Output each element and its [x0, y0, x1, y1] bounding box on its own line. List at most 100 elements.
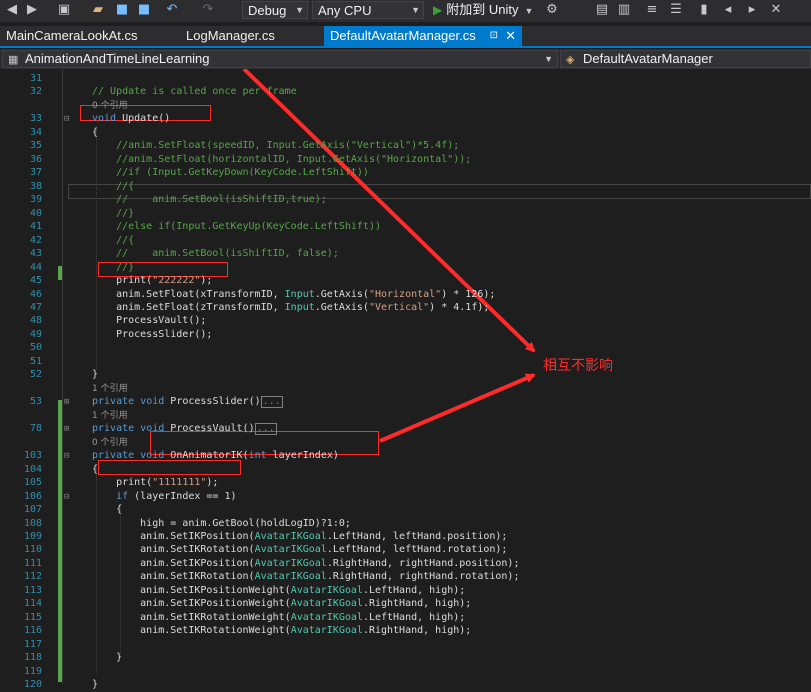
codelens-line[interactable]: 0 个引用 [0, 99, 811, 113]
forward-icon[interactable]: ▶ [24, 2, 40, 18]
line-number: 37 [29, 167, 42, 179]
line-number: 35 [29, 140, 42, 152]
project-dropdown[interactable]: ▦ AnimationAndTimeLineLearning ▼ [2, 50, 558, 68]
bookmark-icon[interactable]: ▮ [696, 2, 712, 18]
code-text: void Update() [92, 113, 171, 125]
line-number: 113 [23, 584, 42, 596]
code-line[interactable]: 46 anim.SetFloat(xTransformID, Input.Get… [0, 288, 811, 302]
code-line[interactable]: 111 anim.SetIKPosition(AvatarIKGoal.Righ… [0, 557, 811, 571]
save-icon[interactable]: ■ [114, 2, 130, 18]
collapsed-region-button[interactable]: ... [254, 423, 277, 436]
line-number: 45 [29, 275, 42, 287]
code-line[interactable]: 47 anim.SetFloat(zTransformID, Input.Get… [0, 301, 811, 315]
open-folder-icon[interactable]: ▰ [90, 2, 106, 18]
save-all-icon[interactable]: ■ [136, 2, 152, 18]
code-line[interactable]: 103 ⊟ private void OnAnimatorIK(int layerI… [0, 449, 811, 463]
code-line[interactable]: 106 ⊟ if (layerIndex == 1) [0, 490, 811, 504]
bookmark-prev-icon[interactable]: ◂ [720, 2, 736, 18]
code-line[interactable]: 120} [0, 678, 811, 692]
indent-icon[interactable]: ☰ [668, 2, 684, 18]
code-line[interactable]: 38 //{ [0, 180, 811, 194]
line-number: 106 [23, 490, 42, 502]
code-editor[interactable]: 相互不影响 31 32// Update is called once per f… [0, 69, 811, 690]
debug-icon[interactable]: ⚙ [544, 2, 560, 18]
breakpoint-icon[interactable]: ▤ [594, 2, 610, 18]
code-line[interactable]: 115 anim.SetIKRotationWeight(AvatarIKGoa… [0, 611, 811, 625]
codelens-line[interactable]: 1 个引用 [0, 409, 811, 423]
line-number: 36 [29, 153, 42, 165]
codelens-reference-count[interactable]: 0 个引用 [92, 99, 128, 113]
redo-icon[interactable]: ↷ [200, 2, 216, 18]
code-line[interactable]: 108 high = anim.GetBool(holdLogID)?1:0; [0, 517, 811, 531]
code-text: anim.SetIKRotationWeight(AvatarIKGoal.Le… [92, 611, 466, 623]
code-line[interactable]: 33 ⊟ void Update() [0, 112, 811, 126]
fold-toggle-icon[interactable]: ⊞ [64, 422, 69, 436]
pin-icon[interactable]: ⊡ [490, 26, 498, 46]
code-line[interactable]: 45 print("222222"); [0, 274, 811, 288]
code-line[interactable]: 48 ProcessVault(); [0, 314, 811, 328]
code-text: anim.SetIKRotationWeight(AvatarIKGoal.Ri… [92, 625, 472, 637]
tab-maincameralookat[interactable]: MainCameraLookAt.cs [0, 26, 162, 46]
code-line[interactable]: 78 ⊞ private void ProcessVault()... [0, 422, 811, 436]
code-line[interactable]: 109 anim.SetIKPosition(AvatarIKGoal.Left… [0, 530, 811, 544]
code-line[interactable]: 110 anim.SetIKRotation(AvatarIKGoal.Left… [0, 543, 811, 557]
code-line[interactable]: 118 } [0, 651, 811, 665]
code-line[interactable]: 113 anim.SetIKPositionWeight(AvatarIKGoa… [0, 584, 811, 598]
code-line[interactable]: 35 //anim.SetFloat(speedID, Input.GetAxi… [0, 139, 811, 153]
codelens-reference-count[interactable]: 0 个引用 [92, 436, 128, 450]
close-icon[interactable]: ✕ [505, 26, 516, 46]
format-icon[interactable]: ≡ [644, 2, 660, 18]
config-dropdown[interactable]: Debug ▼ [242, 1, 308, 19]
code-comment: //if (Input.GetKeyDown(KeyCode.LeftShift… [92, 167, 369, 179]
code-line[interactable]: 50 [0, 341, 811, 355]
codelens-line[interactable]: 1 个引用 [0, 382, 811, 396]
code-line[interactable]: 117 [0, 638, 811, 652]
codelens-reference-count[interactable]: 1 个引用 [92, 382, 128, 396]
tab-defaultavatarmanager[interactable]: DefaultAvatarManager.cs ⊡ ✕ [324, 26, 522, 46]
fold-toggle-icon[interactable]: ⊞ [64, 395, 69, 409]
code-line[interactable]: 37 //if (Input.GetKeyDown(KeyCode.LeftSh… [0, 166, 811, 180]
tab-logmanager[interactable]: LogManager.cs [180, 26, 320, 46]
code-text: high = anim.GetBool(holdLogID)?1:0; [92, 517, 351, 529]
code-line[interactable]: 52} [0, 368, 811, 382]
class-dropdown[interactable]: ◈ DefaultAvatarManager [560, 50, 811, 68]
code-line[interactable]: 44 //} [0, 261, 811, 275]
code-line[interactable]: 104 { [0, 463, 811, 477]
fold-toggle-icon[interactable]: ⊟ [64, 449, 69, 463]
code-line[interactable]: 51 [0, 355, 811, 369]
code-line[interactable]: 119 [0, 665, 811, 679]
code-line[interactable]: 116 anim.SetIKRotationWeight(AvatarIKGoa… [0, 624, 811, 638]
attach-unity-button[interactable]: ▶ 附加到 Unity ▼ [433, 1, 533, 19]
code-line[interactable]: 49 ProcessSlider(); [0, 328, 811, 342]
code-line[interactable]: 34 { [0, 126, 811, 140]
codelens-reference-count[interactable]: 1 个引用 [92, 409, 128, 423]
code-line[interactable]: 32 // Update is called once per frame [0, 85, 811, 99]
code-line[interactable]: 112 anim.SetIKRotation(AvatarIKGoal.Righ… [0, 570, 811, 584]
undo-icon[interactable]: ↶ [164, 2, 180, 18]
line-number: 104 [23, 463, 42, 475]
code-line[interactable]: 114 anim.SetIKPositionWeight(AvatarIKGoa… [0, 597, 811, 611]
code-line[interactable]: 107 { [0, 503, 811, 517]
bookmark-clear-icon[interactable]: ✕ [768, 2, 784, 18]
line-number: 42 [29, 234, 42, 246]
back-icon[interactable]: ◀ [4, 2, 20, 18]
collapsed-region-button[interactable]: ... [260, 396, 283, 409]
code-line[interactable]: 39 // anim.SetBool(isShiftID,true); [0, 193, 811, 207]
code-line[interactable]: 36 //anim.SetFloat(horizontalID, Input.G… [0, 153, 811, 167]
code-line[interactable]: 53 ⊞ private void ProcessSlider()... [0, 395, 811, 409]
new-project-icon[interactable]: ▣ [56, 2, 72, 18]
platform-dropdown[interactable]: Any CPU ▼ [312, 1, 424, 19]
bookmark-next-icon[interactable]: ▸ [744, 2, 760, 18]
fold-toggle-icon[interactable]: ⊟ [64, 112, 69, 126]
comment-icon[interactable]: ▥ [616, 2, 632, 18]
code-line[interactable]: 105 print("1111111"); [0, 476, 811, 490]
code-line[interactable]: 42 //{ [0, 234, 811, 248]
code-line[interactable]: 41 //else if(Input.GetKeyUp(KeyCode.Left… [0, 220, 811, 234]
codelens-line[interactable]: 0 个引用 [0, 436, 811, 450]
code-line[interactable]: 40 //} [0, 207, 811, 221]
code-line[interactable]: 31 [0, 72, 811, 86]
line-number: 107 [23, 504, 42, 516]
code-line[interactable]: 43 // anim.SetBool(isShiftID, false); [0, 247, 811, 261]
chevron-down-icon: ▼ [524, 6, 534, 16]
fold-toggle-icon[interactable]: ⊟ [64, 490, 69, 504]
